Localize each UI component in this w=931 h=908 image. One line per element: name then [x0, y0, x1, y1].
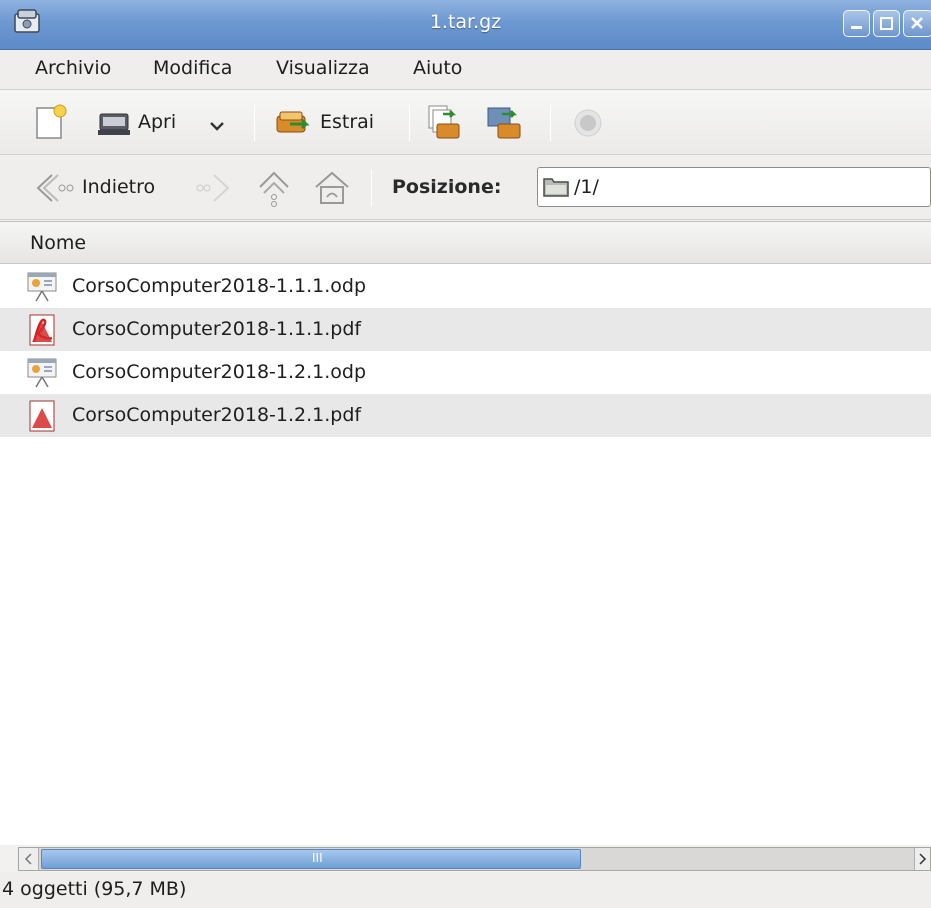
- location-bar: Indietro Posizione: /1/: [0, 156, 931, 220]
- file-name: CorsoComputer2018-1.1.1.odp: [72, 275, 367, 297]
- back-arrow-icon: [36, 174, 74, 202]
- file-name: CorsoComputer2018-1.1.1.pdf: [72, 318, 362, 340]
- minimize-button[interactable]: [843, 10, 870, 37]
- window-title: 1.tar.gz: [429, 11, 502, 33]
- file-list: Nome CorsoComputer2018-1.1.1.odp CorsoCo…: [0, 221, 931, 845]
- location-input[interactable]: /1/: [537, 167, 931, 207]
- add-files-icon: [428, 105, 460, 139]
- maximize-button[interactable]: [873, 10, 900, 37]
- list-item[interactable]: CorsoComputer2018-1.2.1.pdf: [0, 394, 931, 437]
- toolbar-separator: [409, 105, 410, 141]
- column-header-name[interactable]: Nome: [0, 222, 931, 264]
- chevron-right-icon: [919, 853, 927, 865]
- open-label: Apri: [138, 111, 177, 133]
- add-folder-button[interactable]: [484, 102, 528, 144]
- title-bar: 1.tar.gz: [0, 0, 931, 50]
- file-name: CorsoComputer2018-1.2.1.odp: [72, 361, 367, 383]
- up-arrow-icon: [259, 171, 289, 207]
- list-item[interactable]: CorsoComputer2018-1.1.1.odp: [0, 265, 931, 308]
- pdf-icon: [29, 400, 55, 432]
- toolbar-separator: [371, 170, 372, 206]
- add-folder-icon: [487, 107, 521, 139]
- list-item[interactable]: CorsoComputer2018-1.2.1.odp: [0, 351, 931, 394]
- column-header-label: Nome: [30, 232, 87, 254]
- add-files-button[interactable]: [423, 102, 467, 144]
- presentation-icon: [27, 358, 57, 388]
- close-icon: [911, 17, 923, 29]
- minimize-icon: [851, 26, 862, 29]
- home-icon: [315, 171, 349, 204]
- scroll-thumb[interactable]: III: [41, 849, 581, 869]
- toolbar: Apri Estrai: [0, 91, 931, 155]
- stop-button[interactable]: [568, 102, 608, 144]
- new-archive-icon: [36, 104, 67, 139]
- extract-icon: [276, 111, 310, 133]
- close-button[interactable]: [903, 10, 931, 37]
- up-button[interactable]: [252, 167, 296, 209]
- presentation-icon: [27, 272, 57, 302]
- list-item[interactable]: CorsoComputer2018-1.1.1.pdf: [0, 308, 931, 351]
- back-label: Indietro: [82, 176, 156, 198]
- home-button[interactable]: [310, 167, 354, 209]
- new-archive-button[interactable]: [30, 102, 74, 144]
- menu-visualizza[interactable]: Visualizza: [276, 57, 370, 79]
- scroll-left-button[interactable]: [19, 848, 39, 870]
- menu-bar: Archivio Modifica Visualizza Aiuto: [0, 50, 931, 90]
- menu-modifica[interactable]: Modifica: [153, 57, 232, 79]
- chevron-left-icon: [24, 853, 32, 865]
- back-button[interactable]: Indietro: [32, 167, 182, 209]
- file-name: CorsoComputer2018-1.2.1.pdf: [72, 404, 362, 426]
- status-text: 4 oggetti (95,7 MB): [2, 878, 187, 900]
- toolbar-separator: [254, 105, 255, 141]
- location-label: Posizione:: [392, 176, 502, 198]
- pdf-icon: [29, 314, 55, 346]
- open-archive-icon: [98, 113, 130, 135]
- menu-aiuto[interactable]: Aiuto: [413, 57, 462, 79]
- scroll-grip: III: [312, 851, 323, 865]
- menu-archivio[interactable]: Archivio: [35, 57, 111, 79]
- forward-button[interactable]: [192, 167, 236, 209]
- status-bar: 4 oggetti (95,7 MB): [0, 872, 931, 908]
- chevron-down-icon[interactable]: [207, 116, 227, 136]
- open-button[interactable]: Apri: [94, 102, 244, 144]
- stop-icon: [574, 109, 602, 137]
- scroll-right-button[interactable]: [914, 848, 930, 870]
- toolbar-separator: [550, 105, 551, 141]
- forward-arrow-icon: [196, 174, 230, 202]
- maximize-icon: [880, 17, 893, 30]
- location-path: /1/: [574, 176, 599, 198]
- extract-button[interactable]: Estrai: [272, 102, 404, 144]
- folder-icon: [543, 178, 569, 197]
- horizontal-scrollbar[interactable]: III: [18, 847, 931, 871]
- extract-label: Estrai: [320, 111, 375, 133]
